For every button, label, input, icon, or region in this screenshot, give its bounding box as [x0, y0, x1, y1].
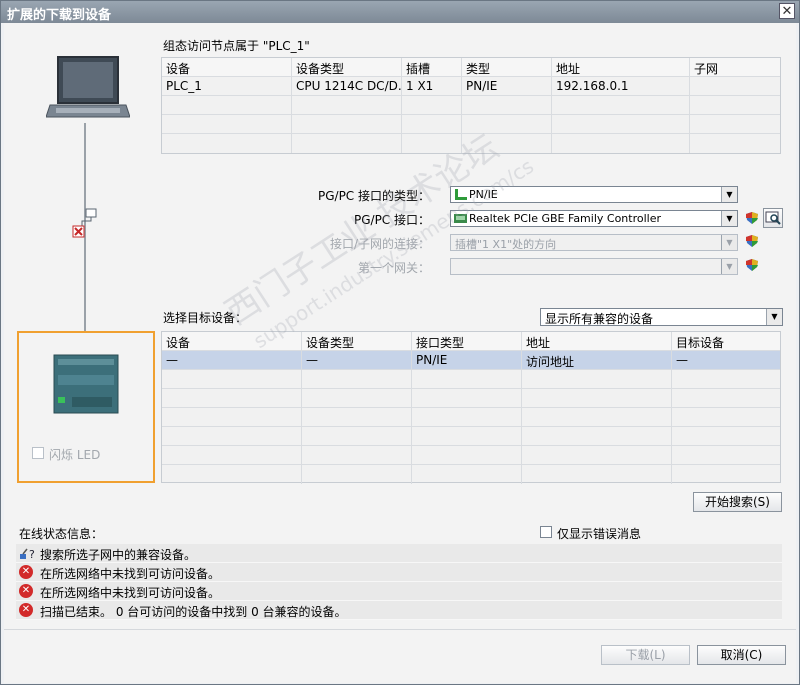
only-errors-checkbox[interactable]	[540, 526, 552, 538]
chevron-down-icon: ▼	[721, 211, 737, 226]
footer-divider	[4, 629, 796, 630]
shield-icon	[746, 259, 758, 271]
table-row[interactable]: PLC_1 CPU 1214C DC/D... 1 X1 PN/IE 192.1…	[162, 77, 780, 96]
cell-address: 192.168.0.1	[552, 77, 690, 95]
chevron-down-icon: ▼	[721, 259, 737, 274]
shield-icon	[746, 212, 758, 224]
title-bar: 扩展的下载到设备 ✕	[1, 1, 799, 23]
status-message: 搜索所选子网中的兼容设备。	[40, 548, 197, 562]
table-row	[162, 427, 780, 446]
status-message: 在所选网络中未找到可访问设备。	[40, 586, 221, 600]
watermark-url: support.industry.siemens.com/cs	[249, 153, 538, 354]
flash-led-checkbox[interactable]	[32, 447, 44, 459]
chevron-down-icon: ▼	[766, 309, 782, 325]
cell-target-device: —	[676, 353, 688, 367]
only-errors-label: 仅显示错误消息	[557, 527, 642, 541]
pgpc-type-value: PN/IE	[469, 188, 498, 201]
close-icon: ✕	[781, 4, 793, 19]
shield-icon	[746, 235, 758, 247]
chevron-down-icon: ▼	[721, 235, 737, 250]
search-progress-icon: ?	[20, 548, 35, 561]
error-icon: ✕	[19, 565, 33, 579]
plc-device-panel: 闪烁 LED	[17, 331, 155, 483]
col-device-type: 设备类型	[302, 332, 412, 350]
target-table-header: 设备 设备类型 接口类型 地址 目标设备	[162, 332, 780, 351]
pgpc-interface-label: PG/PC 接口：	[353, 213, 430, 227]
col-address: 地址	[552, 58, 690, 76]
target-device-label: 选择目标设备：	[163, 311, 248, 325]
plc-icon	[53, 354, 119, 414]
subnet-connection-value: 插槽"1 X1"处的方向	[455, 238, 557, 251]
col-device: 设备	[162, 58, 292, 76]
first-gateway-select[interactable]: ▼	[450, 258, 738, 275]
window-title: 扩展的下载到设备	[7, 8, 112, 23]
cell-device: PLC_1	[162, 77, 292, 95]
list-item: ? 搜索所选子网中的兼容设备。	[16, 544, 782, 563]
pgpc-interface-value: Realtek PCIe GBE Family Controller	[469, 212, 662, 225]
table-row	[162, 465, 780, 484]
cell-subnet	[690, 77, 782, 95]
start-search-button[interactable]: 开始搜索(S)	[693, 492, 782, 512]
dialog-content: 闪烁 LED 组态访问节点属于 "PLC_1" 设备 设备类型 插槽 类型 地址…	[4, 23, 796, 683]
col-slot: 插槽	[402, 58, 462, 76]
status-message: 扫描已结束。 0 台可访问的设备中找到 0 台兼容的设备。	[40, 605, 347, 619]
table-row	[162, 96, 780, 115]
svg-text:?: ?	[29, 548, 35, 561]
network-connection-icon	[72, 208, 97, 238]
interface-properties-button[interactable]	[763, 208, 783, 228]
cell-device-type: CPU 1214C DC/D...	[292, 77, 402, 95]
error-icon: ✕	[19, 584, 33, 598]
col-subnet: 子网	[694, 62, 719, 76]
col-target-device: 目标设备	[676, 336, 725, 350]
node-table: 设备 设备类型 插槽 类型 地址 子网 PLC_1 CPU 1214C DC/D…	[161, 57, 781, 154]
flash-led-label: 闪烁 LED	[49, 448, 101, 462]
cell-device-type: —	[302, 351, 412, 369]
pnie-network-icon	[455, 189, 467, 200]
table-row	[162, 446, 780, 465]
col-address: 地址	[522, 332, 672, 350]
table-row[interactable]: — — PN/IE 访问地址 —	[162, 351, 780, 370]
list-item: ✕ 扫描已结束。 0 台可访问的设备中找到 0 台兼容的设备。	[16, 601, 782, 620]
table-row	[162, 370, 780, 389]
cell-slot: 1 X1	[402, 77, 462, 95]
table-row	[162, 389, 780, 408]
table-row	[162, 115, 780, 134]
list-item: ✕ 在所选网络中未找到可访问设备。	[16, 563, 782, 582]
target-device-table: 设备 设备类型 接口类型 地址 目标设备 — — PN/IE 访问地址 —	[161, 331, 781, 484]
cell-type: PN/IE	[462, 77, 552, 95]
node-table-header: 设备 设备类型 插槽 类型 地址 子网	[162, 58, 780, 77]
subnet-connection-label: 接口/子网的连接：	[329, 237, 430, 251]
pgpc-type-select[interactable]: PN/IE ▼	[450, 186, 738, 203]
error-icon: ✕	[19, 603, 33, 617]
cell-address: 访问地址	[522, 351, 672, 369]
col-device-type: 设备类型	[292, 58, 402, 76]
node-table-caption: 组态访问节点属于 "PLC_1"	[163, 39, 310, 53]
network-card-icon	[454, 214, 467, 223]
online-status-label: 在线状态信息：	[19, 527, 104, 541]
col-interface-type: 接口类型	[412, 332, 522, 350]
magnifier-icon	[765, 211, 781, 225]
first-gateway-label: 第一个网关：	[357, 261, 430, 275]
table-row	[162, 134, 780, 153]
download-dialog: 扩展的下载到设备 ✕ 闪烁 LED 组态访问节点属于 "PLC_1" 设备 设备…	[0, 0, 800, 685]
col-device: 设备	[162, 332, 302, 350]
close-button[interactable]: ✕	[779, 3, 795, 19]
device-filter-value: 显示所有兼容的设备	[545, 312, 654, 326]
device-filter-select[interactable]: 显示所有兼容的设备 ▼	[540, 308, 783, 326]
cell-device: —	[162, 351, 302, 369]
laptop-icon	[46, 56, 130, 118]
table-row	[162, 408, 780, 427]
download-button[interactable]: 下载(L)	[601, 645, 690, 665]
list-item: ✕ 在所选网络中未找到可访问设备。	[16, 582, 782, 601]
col-type: 类型	[462, 58, 552, 76]
cancel-button[interactable]: 取消(C)	[697, 645, 786, 665]
pgpc-type-label: PG/PC 接口的类型：	[317, 189, 430, 203]
subnet-connection-select[interactable]: 插槽"1 X1"处的方向 ▼	[450, 234, 738, 251]
chevron-down-icon: ▼	[721, 187, 737, 202]
status-message: 在所选网络中未找到可访问设备。	[40, 567, 221, 581]
cell-interface-type: PN/IE	[412, 351, 522, 369]
pgpc-interface-select[interactable]: Realtek PCIe GBE Family Controller ▼	[450, 210, 738, 227]
